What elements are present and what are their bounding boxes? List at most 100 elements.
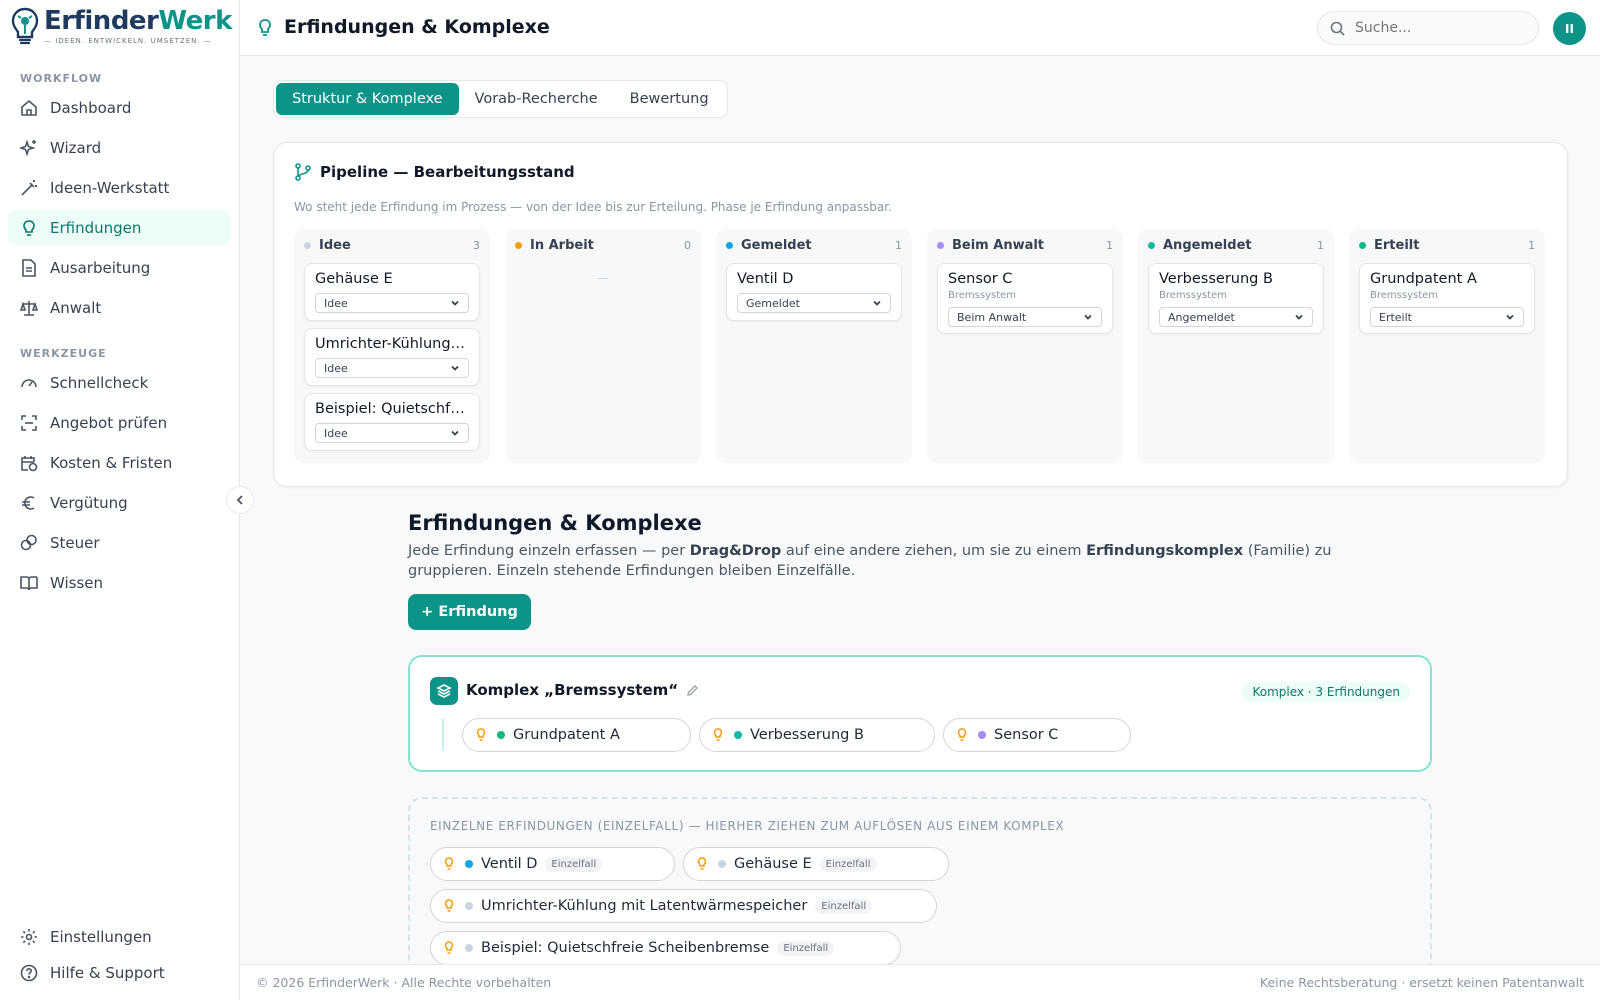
phase-dot	[497, 731, 505, 739]
calendar-clock-icon	[20, 454, 38, 472]
sidebar-item-wissen[interactable]: Wissen	[8, 565, 231, 600]
phase-select[interactable]: Idee	[315, 358, 469, 378]
sidebar-item-angebot-pruefen[interactable]: Angebot prüfen	[8, 405, 231, 440]
logo-part-2: Werk	[158, 6, 232, 36]
card-complex: Bremssystem	[948, 290, 1017, 301]
phase-select[interactable]: Beim Anwalt	[948, 307, 1102, 327]
pipeline-card[interactable]: Sensor C Bremssystem Beim Anwalt	[937, 263, 1113, 334]
search-box[interactable]	[1317, 11, 1539, 45]
sidebar-item-ideen-werkstatt[interactable]: Ideen-Werkstatt	[8, 170, 231, 205]
logo-part-1: Erfinder	[44, 6, 159, 36]
lightbulb-icon	[476, 728, 486, 741]
chevron-down-icon	[1295, 314, 1303, 320]
pipeline-card[interactable]: Beispiel: Quietschfreie Scheibenbremse I…	[304, 393, 480, 451]
einzelfall-badge: Einzelfall	[545, 856, 603, 872]
tab-vorab-recherche[interactable]: Vorab-Recherche	[459, 83, 614, 115]
chevron-down-icon	[451, 430, 459, 436]
sidebar-item-kosten-fristen[interactable]: Kosten & Fristen	[8, 445, 231, 480]
sidebar-item-steuer[interactable]: Steuer	[8, 525, 231, 560]
sidebar-item-verguetung[interactable]: Vergütung	[8, 485, 231, 520]
phase-select[interactable]: Gemeldet	[737, 293, 891, 313]
workflow-section-title: WORKFLOW	[20, 72, 103, 85]
pipeline-card[interactable]: Ventil D Gemeldet	[726, 263, 902, 321]
chevron-down-icon	[451, 300, 459, 306]
pipeline-card[interactable]: Gehäuse E Idee	[304, 263, 480, 321]
book-icon	[20, 574, 38, 592]
sidebar-item-dashboard[interactable]: Dashboard	[8, 90, 231, 125]
sidebar-item-hilfe-support[interactable]: Hilfe & Support	[8, 955, 231, 990]
scan-icon	[20, 414, 38, 432]
single-invention-pill[interactable]: Ventil D Einzelfall	[430, 847, 675, 881]
column-count: 1	[895, 239, 902, 252]
euro-icon	[20, 494, 38, 512]
sidebar-item-einstellungen[interactable]: Einstellungen	[8, 919, 231, 954]
complex-member-pill[interactable]: Sensor C	[943, 718, 1131, 752]
einzelfall-badge: Einzelfall	[777, 940, 835, 956]
lightbulb-icon	[20, 219, 38, 237]
sidebar-item-label: Steuer	[50, 533, 100, 552]
document-icon	[20, 258, 38, 277]
card-name: Verbesserung B	[1159, 271, 1273, 287]
lightbulb-icon	[957, 728, 967, 741]
phase-select[interactable]: Erteilt	[1370, 307, 1524, 327]
complex-member-pill[interactable]: Verbesserung B	[699, 718, 935, 752]
phase-select[interactable]: Idee	[315, 293, 469, 313]
card-name: Ventil D	[737, 271, 794, 287]
pencil-icon[interactable]	[686, 684, 699, 697]
pipeline-card[interactable]: Verbesserung B Bremssystem Angemeldet	[1148, 263, 1324, 334]
card-name: Gehäuse E	[315, 271, 393, 287]
complex-member-pill[interactable]: Grundpatent A	[462, 718, 691, 752]
card-complex: Bremssystem	[1370, 290, 1439, 301]
sidebar-item-label: Wissen	[50, 573, 104, 592]
sidebar-item-wizard[interactable]: Wizard	[8, 130, 231, 165]
tab-struktur-komplexe[interactable]: Struktur & Komplexe	[276, 83, 459, 115]
logo-tagline: — IDEEN. ENTWICKELN. UMSETZEN. —	[44, 37, 212, 45]
einzelfall-badge: Einzelfall	[819, 856, 877, 872]
pipeline-card[interactable]: Grundpatent A Bremssystem Erteilt	[1359, 263, 1535, 334]
column-title: Erteilt	[1374, 238, 1420, 253]
invention-name: Gehäuse E	[734, 856, 812, 872]
phase-dot	[726, 242, 733, 249]
phase-select[interactable]: Idee	[315, 423, 469, 443]
home-icon	[20, 99, 38, 117]
disclaimer-text: Keine Rechtsberatung · ersetzt keinen Pa…	[1259, 975, 1584, 990]
phase-select[interactable]: Angemeldet	[1159, 307, 1313, 327]
invention-name: Grundpatent A	[513, 727, 620, 743]
sidebar-collapse-button[interactable]	[226, 486, 254, 514]
sidebar-item-schnellcheck[interactable]: Schnellcheck	[8, 365, 231, 400]
invention-name: Umrichter-Kühlung mit Latentwärmespeiche…	[481, 898, 808, 914]
pipeline-card[interactable]: Umrichter-Kühlung mit Latentwärmespeiche…	[304, 328, 480, 386]
sidebar-item-anwalt[interactable]: Anwalt	[8, 290, 231, 325]
invention-name: Ventil D	[481, 856, 538, 872]
single-invention-pill[interactable]: Umrichter-Kühlung mit Latentwärmespeiche…	[430, 889, 937, 923]
single-inventions-dropzone[interactable]: EINZELNE ERFINDUNGEN (EINZELFALL) — HIER…	[408, 797, 1432, 977]
phase-dot	[1359, 242, 1366, 249]
lightbulb-icon	[444, 941, 454, 954]
complex-card[interactable]: Komplex „Bremssystem“ Komplex · 3 Erfind…	[408, 655, 1432, 772]
chevron-down-icon	[1506, 314, 1514, 320]
single-invention-pill[interactable]: Gehäuse E Einzelfall	[683, 847, 949, 881]
dropzone-title: EINZELNE ERFINDUNGEN (EINZELFALL) — HIER…	[430, 819, 1065, 833]
sidebar-item-erfindungen[interactable]: Erfindungen	[8, 210, 231, 245]
sidebar-item-label: Angebot prüfen	[50, 413, 168, 432]
add-invention-button[interactable]: + Erfindung	[408, 594, 531, 630]
pipeline-column-erteilt: Erteilt 1 Grundpatent A Bremssystem Ertei…	[1349, 229, 1545, 463]
sidebar-item-ausarbeitung[interactable]: Ausarbeitung	[8, 250, 231, 285]
chevron-down-icon	[873, 300, 881, 306]
tab-bewertung[interactable]: Bewertung	[614, 83, 725, 115]
pipeline-column-gemeldet: Gemeldet 1 Ventil D Gemeldet	[716, 229, 912, 463]
phase-dot	[978, 731, 986, 739]
user-avatar[interactable]: II	[1553, 12, 1586, 45]
column-count: 1	[1528, 239, 1535, 252]
search-input[interactable]	[1355, 20, 1515, 36]
app-logo[interactable]: ErfinderWerk — IDEEN. ENTWICKELN. UMSETZ…	[10, 6, 232, 46]
column-count: 0	[684, 239, 691, 252]
pipeline-column-beim-anwalt: Beim Anwalt 1 Sensor C Bremssystem Beim A…	[927, 229, 1123, 463]
chevron-down-icon	[1084, 314, 1092, 320]
pipeline-panel: Pipeline — Bearbeitungsstand Wo steht je…	[273, 142, 1568, 487]
gear-icon	[20, 928, 38, 946]
single-invention-pill[interactable]: Beispiel: Quietschfreie Scheibenbremse E…	[430, 931, 901, 965]
sidebar-item-label: Wizard	[50, 138, 102, 157]
lightbulb-icon	[444, 857, 454, 870]
sidebar-item-label: Vergütung	[50, 493, 128, 512]
